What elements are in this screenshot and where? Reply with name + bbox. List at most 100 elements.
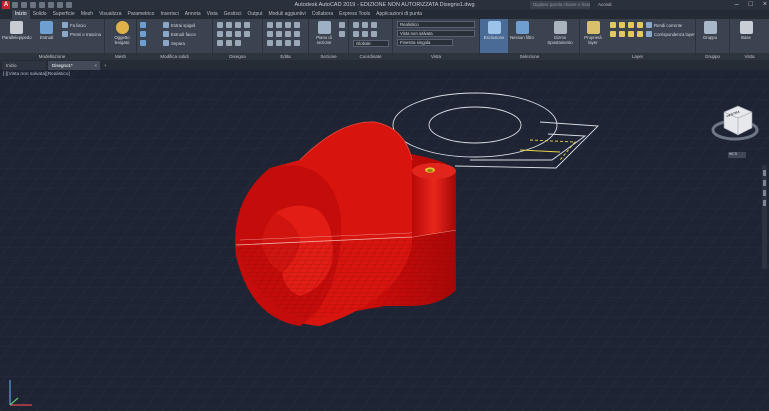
tab-mesh[interactable]: Mesh xyxy=(78,10,96,19)
copy-icon[interactable] xyxy=(267,31,273,37)
tab-vista[interactable]: Vista xyxy=(204,10,221,19)
tab-express-tools[interactable]: Express Tools xyxy=(336,10,373,19)
culling-button[interactable]: Esclusione xyxy=(480,19,508,53)
subtract-icon[interactable] xyxy=(140,31,146,37)
extrude-button[interactable]: Estrudi xyxy=(40,21,53,40)
section-plane-button[interactable]: Piano di sezione xyxy=(313,21,335,45)
tab-gestisci[interactable]: Gestisci xyxy=(221,10,245,19)
search-input[interactable]: Digitare parola chiave o frase xyxy=(530,1,590,9)
circle-icon[interactable] xyxy=(235,22,241,28)
layer-isolate-icon[interactable] xyxy=(637,22,643,28)
array-icon[interactable] xyxy=(285,40,291,46)
extract-edges-button[interactable]: Estrai spigoli xyxy=(163,22,195,28)
group-button[interactable]: Gruppo xyxy=(700,21,720,40)
wcs-label[interactable]: WCS xyxy=(729,152,737,156)
polygon-icon[interactable] xyxy=(226,31,232,37)
base-view-button[interactable]: Base xyxy=(736,21,756,40)
panel-title-coordinates[interactable]: Coordinate xyxy=(349,53,392,60)
layer-properties-button[interactable]: Proprietà layer xyxy=(582,21,604,45)
ucs-view-icon[interactable] xyxy=(353,31,359,37)
erase-icon[interactable] xyxy=(294,22,300,28)
tab-visualizza[interactable]: Visualizza xyxy=(96,10,124,19)
panel-title-layers[interactable]: Layer xyxy=(580,53,695,60)
trim-icon[interactable] xyxy=(285,22,291,28)
drawing-viewport[interactable]: [-][Vista non salvata][Realistico] DESTR… xyxy=(0,70,769,411)
ucs-object-icon[interactable] xyxy=(362,31,368,37)
no-filter-button[interactable]: Nessun filtro xyxy=(510,21,534,40)
arc-icon[interactable] xyxy=(244,22,250,28)
offset-icon[interactable] xyxy=(294,40,300,46)
panel-title-modify[interactable]: Edita xyxy=(263,53,308,60)
layer-off-icon[interactable] xyxy=(610,31,616,37)
separate-button[interactable]: Separa xyxy=(163,40,185,46)
move-icon[interactable] xyxy=(267,22,273,28)
sign-in-link[interactable]: Accedi xyxy=(598,0,612,10)
explode-icon[interactable] xyxy=(294,31,300,37)
section-toggle-icon[interactable] xyxy=(339,22,345,28)
box-button[interactable]: Parallelepipedo xyxy=(2,21,32,40)
layer-on-icon[interactable] xyxy=(610,22,616,28)
visual-style-dropdown[interactable]: Realistico xyxy=(397,21,475,28)
stretch-icon[interactable] xyxy=(267,40,273,46)
ucs-icon[interactable] xyxy=(353,22,359,28)
panel-title-view-base[interactable]: Vista xyxy=(730,53,769,60)
point-icon[interactable] xyxy=(226,40,232,46)
close-tab-icon[interactable]: × xyxy=(94,61,97,70)
model-space-canvas[interactable] xyxy=(0,70,769,411)
fillet-icon[interactable] xyxy=(285,31,291,37)
tab-solido[interactable]: Solido xyxy=(30,10,50,19)
layer-lock-icon[interactable] xyxy=(628,22,634,28)
close-icon[interactable]: × xyxy=(763,0,767,10)
tab-inserisci[interactable]: Inserisci xyxy=(157,10,181,19)
panel-title-solid-edit[interactable]: Modifica solidi xyxy=(137,53,212,60)
layer-freeze-icon[interactable] xyxy=(619,22,625,28)
polyline-icon[interactable] xyxy=(226,22,232,28)
viewport-controls-label[interactable]: [-][Vista non salvata][Realistico] xyxy=(3,72,70,77)
file-tab-start[interactable]: Inizio xyxy=(2,61,46,70)
ucs-dropdown[interactable]: Globale xyxy=(353,40,389,47)
region-icon[interactable] xyxy=(235,40,241,46)
hatch-icon[interactable] xyxy=(244,31,250,37)
ucs-face-icon[interactable] xyxy=(371,31,377,37)
panel-title-groups[interactable]: Gruppo xyxy=(696,53,729,60)
maximize-icon[interactable]: □ xyxy=(749,0,753,10)
scale-icon[interactable] xyxy=(276,40,282,46)
line-icon[interactable] xyxy=(217,22,223,28)
named-view-dropdown[interactable]: Vista non salvata xyxy=(397,30,475,37)
panel-title-modeling[interactable]: Modellazione xyxy=(0,53,104,60)
tab-moduli-aggiuntivi[interactable]: Moduli aggiuntivi xyxy=(265,10,308,19)
union-icon[interactable] xyxy=(140,22,146,28)
match-layer-button[interactable]: Corrispondenza layer xyxy=(646,31,695,37)
ucs-origin-icon[interactable] xyxy=(371,22,377,28)
press-pull-button[interactable]: Premi e trascina xyxy=(62,31,101,37)
ucs-world-icon[interactable] xyxy=(362,22,368,28)
mirror-icon[interactable] xyxy=(276,31,282,37)
smooth-button[interactable]: Fa liscio xyxy=(62,22,86,28)
tab-output[interactable]: Output xyxy=(244,10,265,19)
file-tab-drawing[interactable]: Disegno1* × xyxy=(48,61,100,70)
panel-title-view[interactable]: Vista xyxy=(393,53,479,60)
viewport-config-dropdown[interactable]: Finestra singola xyxy=(397,39,453,46)
smooth-object-button[interactable]: Oggetto levigato xyxy=(109,21,135,45)
section-extract-icon[interactable] xyxy=(339,31,345,37)
rectangle-icon[interactable] xyxy=(217,31,223,37)
layer-walk-icon[interactable] xyxy=(637,31,643,37)
minimize-icon[interactable]: – xyxy=(735,0,739,10)
gizmo-button[interactable]: Gizmo Spostamento xyxy=(544,21,576,45)
new-tab-button[interactable]: + xyxy=(102,61,111,70)
extrude-faces-button[interactable]: Estrudi facce xyxy=(163,31,196,37)
tab-parametrico[interactable]: Parametrico xyxy=(124,10,157,19)
ellipse-icon[interactable] xyxy=(235,31,241,37)
tab-applicazioni-di-punta[interactable]: Applicazioni di punta xyxy=(373,10,425,19)
panel-title-mesh[interactable]: Mesh xyxy=(105,53,136,60)
make-current-button[interactable]: Rendi corrente xyxy=(646,22,682,28)
layer-thaw-icon[interactable] xyxy=(619,31,625,37)
panel-title-section[interactable]: Sezione xyxy=(309,53,348,60)
tab-superficie[interactable]: Superficie xyxy=(50,10,78,19)
tab-annota[interactable]: Annota xyxy=(182,10,204,19)
intersect-icon[interactable] xyxy=(140,40,146,46)
panel-title-selection[interactable]: Selezione xyxy=(480,53,579,60)
layer-unlock-icon[interactable] xyxy=(628,31,634,37)
spline-icon[interactable] xyxy=(217,40,223,46)
panel-title-draw[interactable]: Disegna xyxy=(213,53,262,60)
